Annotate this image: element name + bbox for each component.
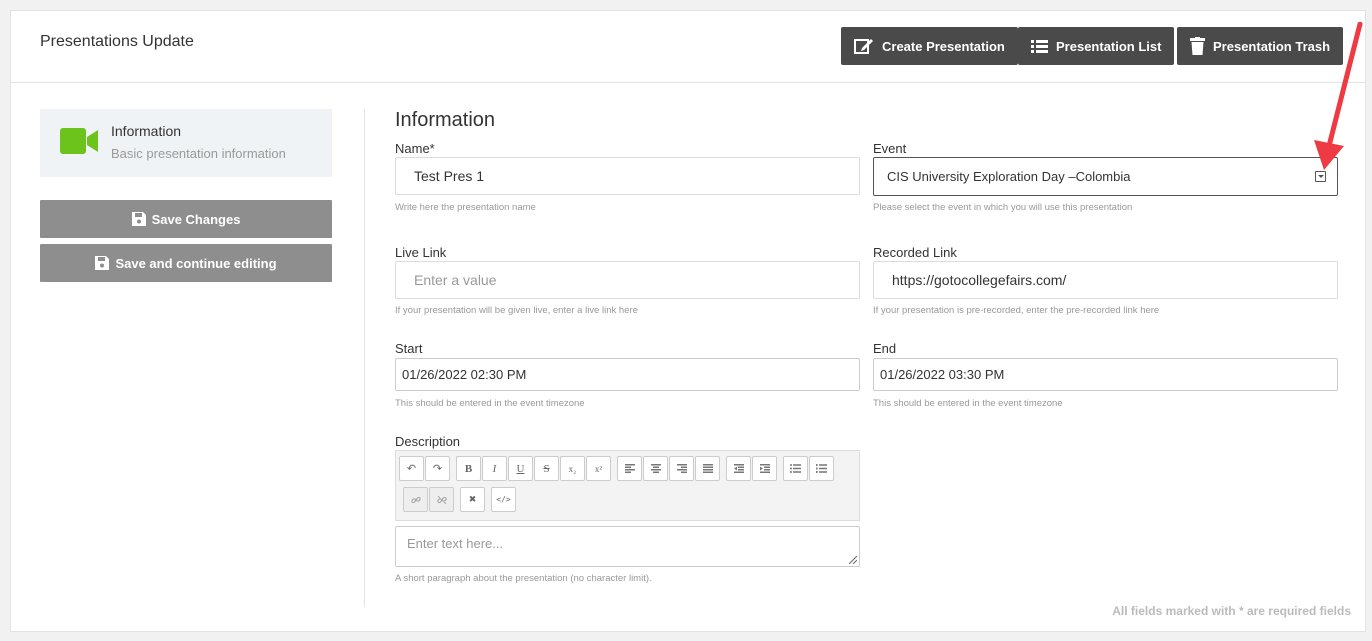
insert-link-button[interactable] (403, 487, 428, 512)
page-header: Presentations Update Create Presentation… (11, 11, 1365, 83)
align-right-icon (676, 464, 687, 473)
start-help: This should be entered in the event time… (395, 398, 585, 409)
live-link-help: If your presentation will be given live,… (395, 305, 638, 316)
save-continue-button[interactable]: Save and continue editing (40, 244, 332, 282)
dropdown-caret-icon[interactable] (1315, 171, 1326, 182)
page-title: Presentations Update (40, 33, 194, 50)
bold-button[interactable]: B (456, 456, 481, 481)
edit-icon (854, 39, 873, 54)
subscript-button[interactable]: x₂ (560, 456, 585, 481)
page-scrollbar[interactable] (1367, 0, 1372, 641)
indent-button[interactable] (752, 456, 777, 481)
sidebar-item-title: Information (111, 123, 182, 139)
align-justify-icon (702, 464, 713, 473)
end-datetime-input[interactable]: 01/26/2022 03:30 PM (873, 358, 1338, 391)
unlink-icon (436, 495, 447, 504)
outdent-icon (733, 464, 744, 473)
strikethrough-button[interactable]: S (534, 456, 559, 481)
align-center-icon (650, 464, 661, 473)
list-icon (1031, 39, 1048, 53)
save-changes-button[interactable]: Save Changes (40, 200, 332, 238)
description-help: A short paragraph about the presentation… (395, 573, 652, 584)
code-view-button[interactable]: </> (491, 487, 516, 512)
indent-icon (759, 464, 770, 473)
recorded-link-label: Recorded Link (873, 245, 957, 260)
presentation-panel: Presentations Update Create Presentation… (10, 10, 1366, 632)
outdent-button[interactable] (726, 456, 751, 481)
sidebar-item-information[interactable]: Information Basic presentation informati… (40, 109, 332, 177)
annotation-arrow (1314, 22, 1363, 170)
save-icon (131, 212, 146, 226)
name-label: Name* (395, 141, 435, 156)
required-fields-note: All fields marked with * are required fi… (1112, 604, 1351, 618)
clear-format-button[interactable]: ✖ (460, 487, 485, 512)
event-help: Please select the event in which you wil… (873, 202, 1133, 213)
sidebar-item-subtitle: Basic presentation information (111, 146, 286, 161)
recorded-link-input[interactable]: https://gotocollegefairs.com/ (873, 261, 1338, 299)
align-center-button[interactable] (643, 456, 668, 481)
live-link-input[interactable]: Enter a value (395, 261, 860, 299)
align-left-icon (624, 464, 635, 473)
video-camera-icon (60, 128, 98, 154)
description-label: Description (395, 434, 461, 449)
event-selected-value: CIS University Exploration Day –Colombia (887, 169, 1131, 184)
undo-button[interactable]: ↶ (399, 456, 424, 481)
align-left-button[interactable] (617, 456, 642, 481)
rich-text-toolbar: ↶ ↷ B I U S x₂ x² ✖ </> (395, 450, 860, 521)
save-continue-label: Save and continue editing (115, 255, 277, 271)
link-icon (410, 496, 421, 503)
create-presentation-label: Create Presentation (882, 38, 1005, 54)
numbered-list-icon (816, 464, 827, 473)
save-icon (95, 256, 110, 270)
presentation-list-label: Presentation List (1056, 38, 1162, 54)
recorded-link-help: If your presentation is pre-recorded, en… (873, 305, 1160, 316)
column-divider (364, 109, 365, 607)
event-label: Event (873, 141, 907, 156)
section-title: Information (395, 109, 496, 131)
resize-grip-icon[interactable] (849, 556, 857, 564)
end-label: End (873, 341, 897, 356)
create-presentation-button[interactable]: Create Presentation (841, 27, 1018, 65)
bullet-list-button[interactable] (783, 456, 808, 481)
unlink-button[interactable] (429, 487, 454, 512)
start-datetime-input[interactable]: 01/26/2022 02:30 PM (395, 358, 860, 391)
name-help: Write here the presentation name (395, 202, 536, 213)
numbered-list-button[interactable] (809, 456, 834, 481)
name-input[interactable]: Test Pres 1 (395, 157, 860, 195)
start-label: Start (395, 341, 423, 356)
italic-button[interactable]: I (482, 456, 507, 481)
align-justify-button[interactable] (695, 456, 720, 481)
trash-icon (1190, 37, 1205, 55)
presentation-list-button[interactable]: Presentation List (1018, 27, 1175, 65)
event-select[interactable]: CIS University Exploration Day –Colombia (873, 157, 1338, 196)
end-help: This should be entered in the event time… (873, 398, 1063, 409)
bullet-list-icon (790, 464, 801, 473)
save-changes-label: Save Changes (151, 211, 241, 227)
superscript-button[interactable]: x² (586, 456, 611, 481)
underline-button[interactable]: U (508, 456, 533, 481)
redo-button[interactable]: ↷ (425, 456, 450, 481)
align-right-button[interactable] (669, 456, 694, 481)
description-textarea[interactable]: Enter text here... (395, 526, 860, 567)
live-link-label: Live Link (395, 245, 447, 260)
description-placeholder: Enter text here... (407, 536, 504, 551)
